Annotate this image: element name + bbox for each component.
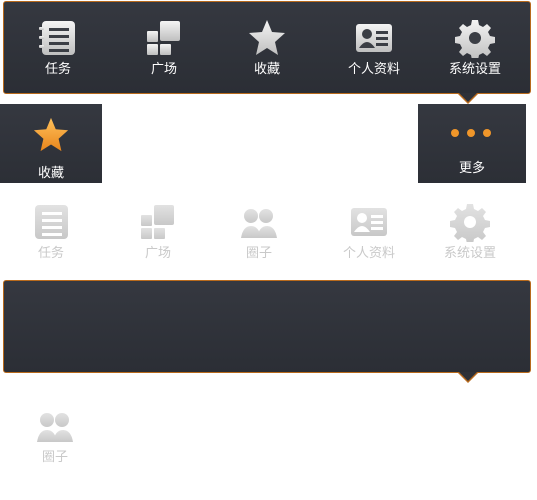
light-item-label: 任务	[37, 246, 64, 261]
light-item-profile[interactable]: 个人资料	[324, 202, 414, 262]
menu-item-favorites[interactable]: 收藏	[222, 18, 312, 78]
menu-item-plaza[interactable]: 广场	[119, 18, 209, 78]
menu-item-label: 收藏	[253, 62, 280, 77]
list-icon	[31, 202, 71, 242]
menu-item-label: 任务	[44, 62, 71, 77]
grid-icon	[138, 202, 178, 242]
more-dots-icon	[451, 129, 495, 139]
menu-item-label: 系统设置	[448, 62, 501, 77]
bottom-item-circle[interactable]: 圈子	[10, 406, 100, 466]
menu-item-label: 广场	[150, 62, 177, 77]
list-icon	[38, 18, 78, 58]
top-menu: 任务 广场 收藏 个人资料 系统设置	[3, 1, 531, 104]
light-icon-row: 任务 广场 圈子 个人资料 系统设置	[0, 200, 537, 272]
menu-item-label: 个人资料	[347, 62, 400, 77]
light-item-plaza[interactable]: 广场	[113, 202, 203, 262]
menu-pointer-fill	[459, 93, 477, 102]
popup-pointer-fill	[459, 372, 477, 381]
group-icon	[33, 406, 77, 446]
menu-item-tasks[interactable]: 任务	[13, 18, 103, 78]
light-item-settings[interactable]: 系统设置	[425, 202, 515, 262]
id-card-icon	[348, 202, 390, 242]
light-item-circle[interactable]: 圈子	[214, 202, 304, 262]
grid-icon	[144, 18, 184, 58]
gear-icon	[455, 18, 495, 58]
light-item-label: 系统设置	[443, 246, 496, 261]
light-item-label: 圈子	[245, 246, 272, 261]
menu-item-settings[interactable]: 系统设置	[430, 18, 520, 78]
star-icon	[32, 116, 70, 154]
light-item-label: 广场	[144, 246, 171, 261]
more-tile-label: 更多	[458, 161, 485, 176]
star-icon	[247, 18, 287, 58]
light-item-tasks[interactable]: 任务	[6, 202, 96, 262]
menu-item-profile[interactable]: 个人资料	[329, 18, 419, 78]
favorite-tile-label: 收藏	[37, 166, 64, 181]
light-item-label: 个人资料	[342, 246, 395, 261]
gear-icon	[450, 202, 490, 242]
empty-popup-menu	[3, 280, 531, 383]
more-tile[interactable]: 更多	[418, 104, 526, 183]
favorite-tile[interactable]: 收藏	[0, 104, 102, 183]
bottom-item-label: 圈子	[41, 450, 68, 465]
group-icon	[237, 202, 281, 242]
id-card-icon	[354, 18, 394, 58]
